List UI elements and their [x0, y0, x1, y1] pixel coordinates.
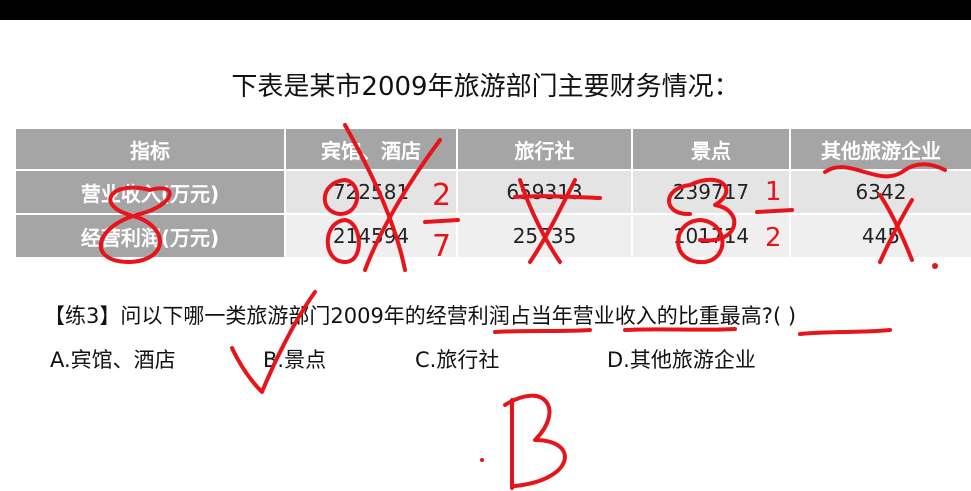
ink-underline-3: [798, 328, 892, 336]
header-cell: 其他旅游企业: [789, 127, 971, 171]
header-cell: 景点: [631, 127, 791, 171]
table-cell: 101714: [631, 213, 791, 259]
table-cell: 214594: [284, 213, 458, 259]
top-black-bar: [0, 0, 971, 20]
table-cell: 25735: [456, 213, 633, 259]
header-cell: 旅行社: [456, 127, 633, 171]
table-cell: 6342: [789, 169, 971, 215]
option-d[interactable]: D.其他旅游企业: [607, 344, 756, 374]
table-cell: 445: [789, 213, 971, 259]
table-cell: 239717: [631, 169, 791, 215]
row-label: 经营利润(万元): [14, 213, 286, 259]
table-header-row: 指标 宾馆、酒店 旅行社 景点 其他旅游企业: [14, 127, 971, 171]
table-cell: 722581: [284, 169, 458, 215]
page-title: 下表是某市2009年旅游部门主要财务情况：: [231, 72, 740, 102]
option-b[interactable]: B.景点: [263, 344, 326, 374]
finance-table: 指标 宾馆、酒店 旅行社 景点 其他旅游企业 营业收入(万元) 722581 6…: [14, 127, 971, 259]
table-cell: 659313: [456, 169, 633, 215]
header-cell: 指标: [14, 127, 286, 171]
header-cell: 宾馆、酒店: [284, 127, 458, 171]
ink-answer-b-bowls: [503, 393, 567, 488]
row-label: 营业收入(万元): [14, 169, 286, 215]
question-text: 【练3】问以下哪一类旅游部门2009年的经营利润占当年营业收入的比重最高?( ): [44, 304, 797, 328]
option-a[interactable]: A.宾馆、酒店: [50, 344, 176, 374]
table-row: 营业收入(万元) 722581 659313 239717 6342: [14, 169, 971, 215]
table-row: 经营利润(万元) 214594 25735 101714 445: [14, 213, 971, 259]
ink-dot: [932, 263, 938, 269]
ink-underline-1: [493, 328, 592, 334]
ink-dot-2: [480, 458, 484, 462]
option-c[interactable]: C.旅行社: [415, 344, 499, 374]
